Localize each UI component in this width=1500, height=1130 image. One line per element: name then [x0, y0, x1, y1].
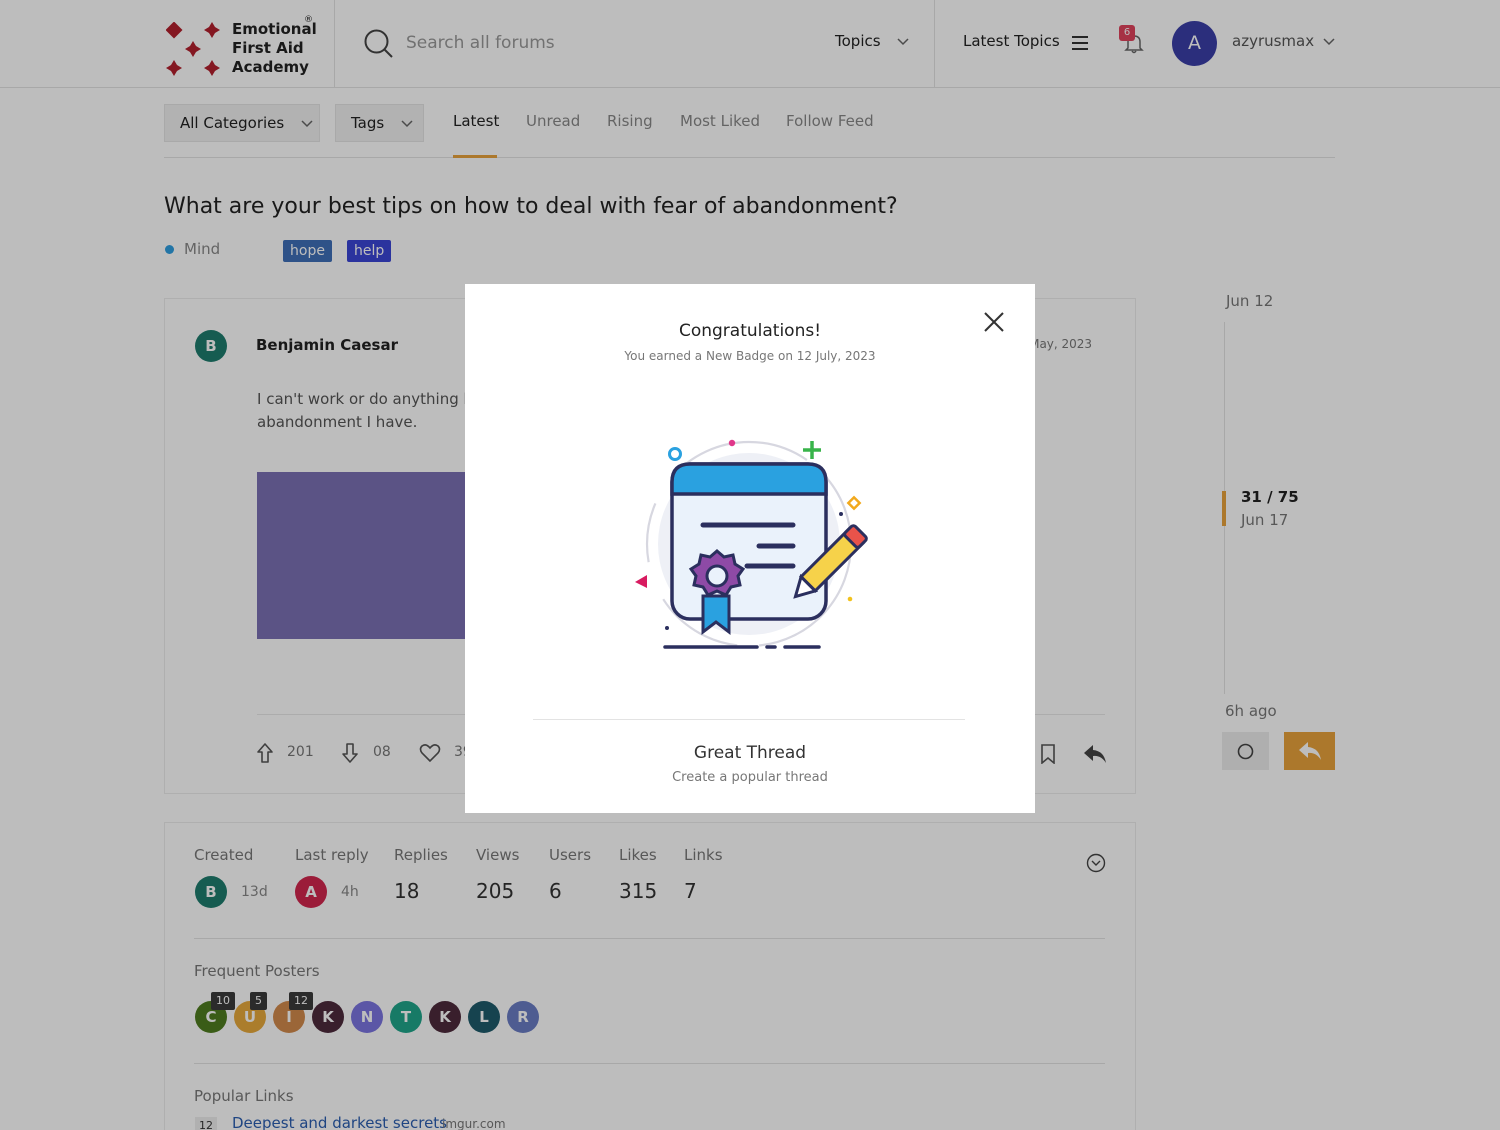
badge-name: Great Thread	[693, 743, 807, 763]
modal-divider	[533, 719, 965, 720]
modal-subtitle: You earned a New Badge on 12 July, 2023	[624, 349, 876, 363]
certificate-icon	[635, 439, 868, 649]
modal-title: Congratulations!	[678, 321, 822, 341]
badge-description: Create a popular thread	[672, 770, 828, 785]
badge-modal: Congratulations! You earned a New Badge …	[465, 284, 1035, 813]
